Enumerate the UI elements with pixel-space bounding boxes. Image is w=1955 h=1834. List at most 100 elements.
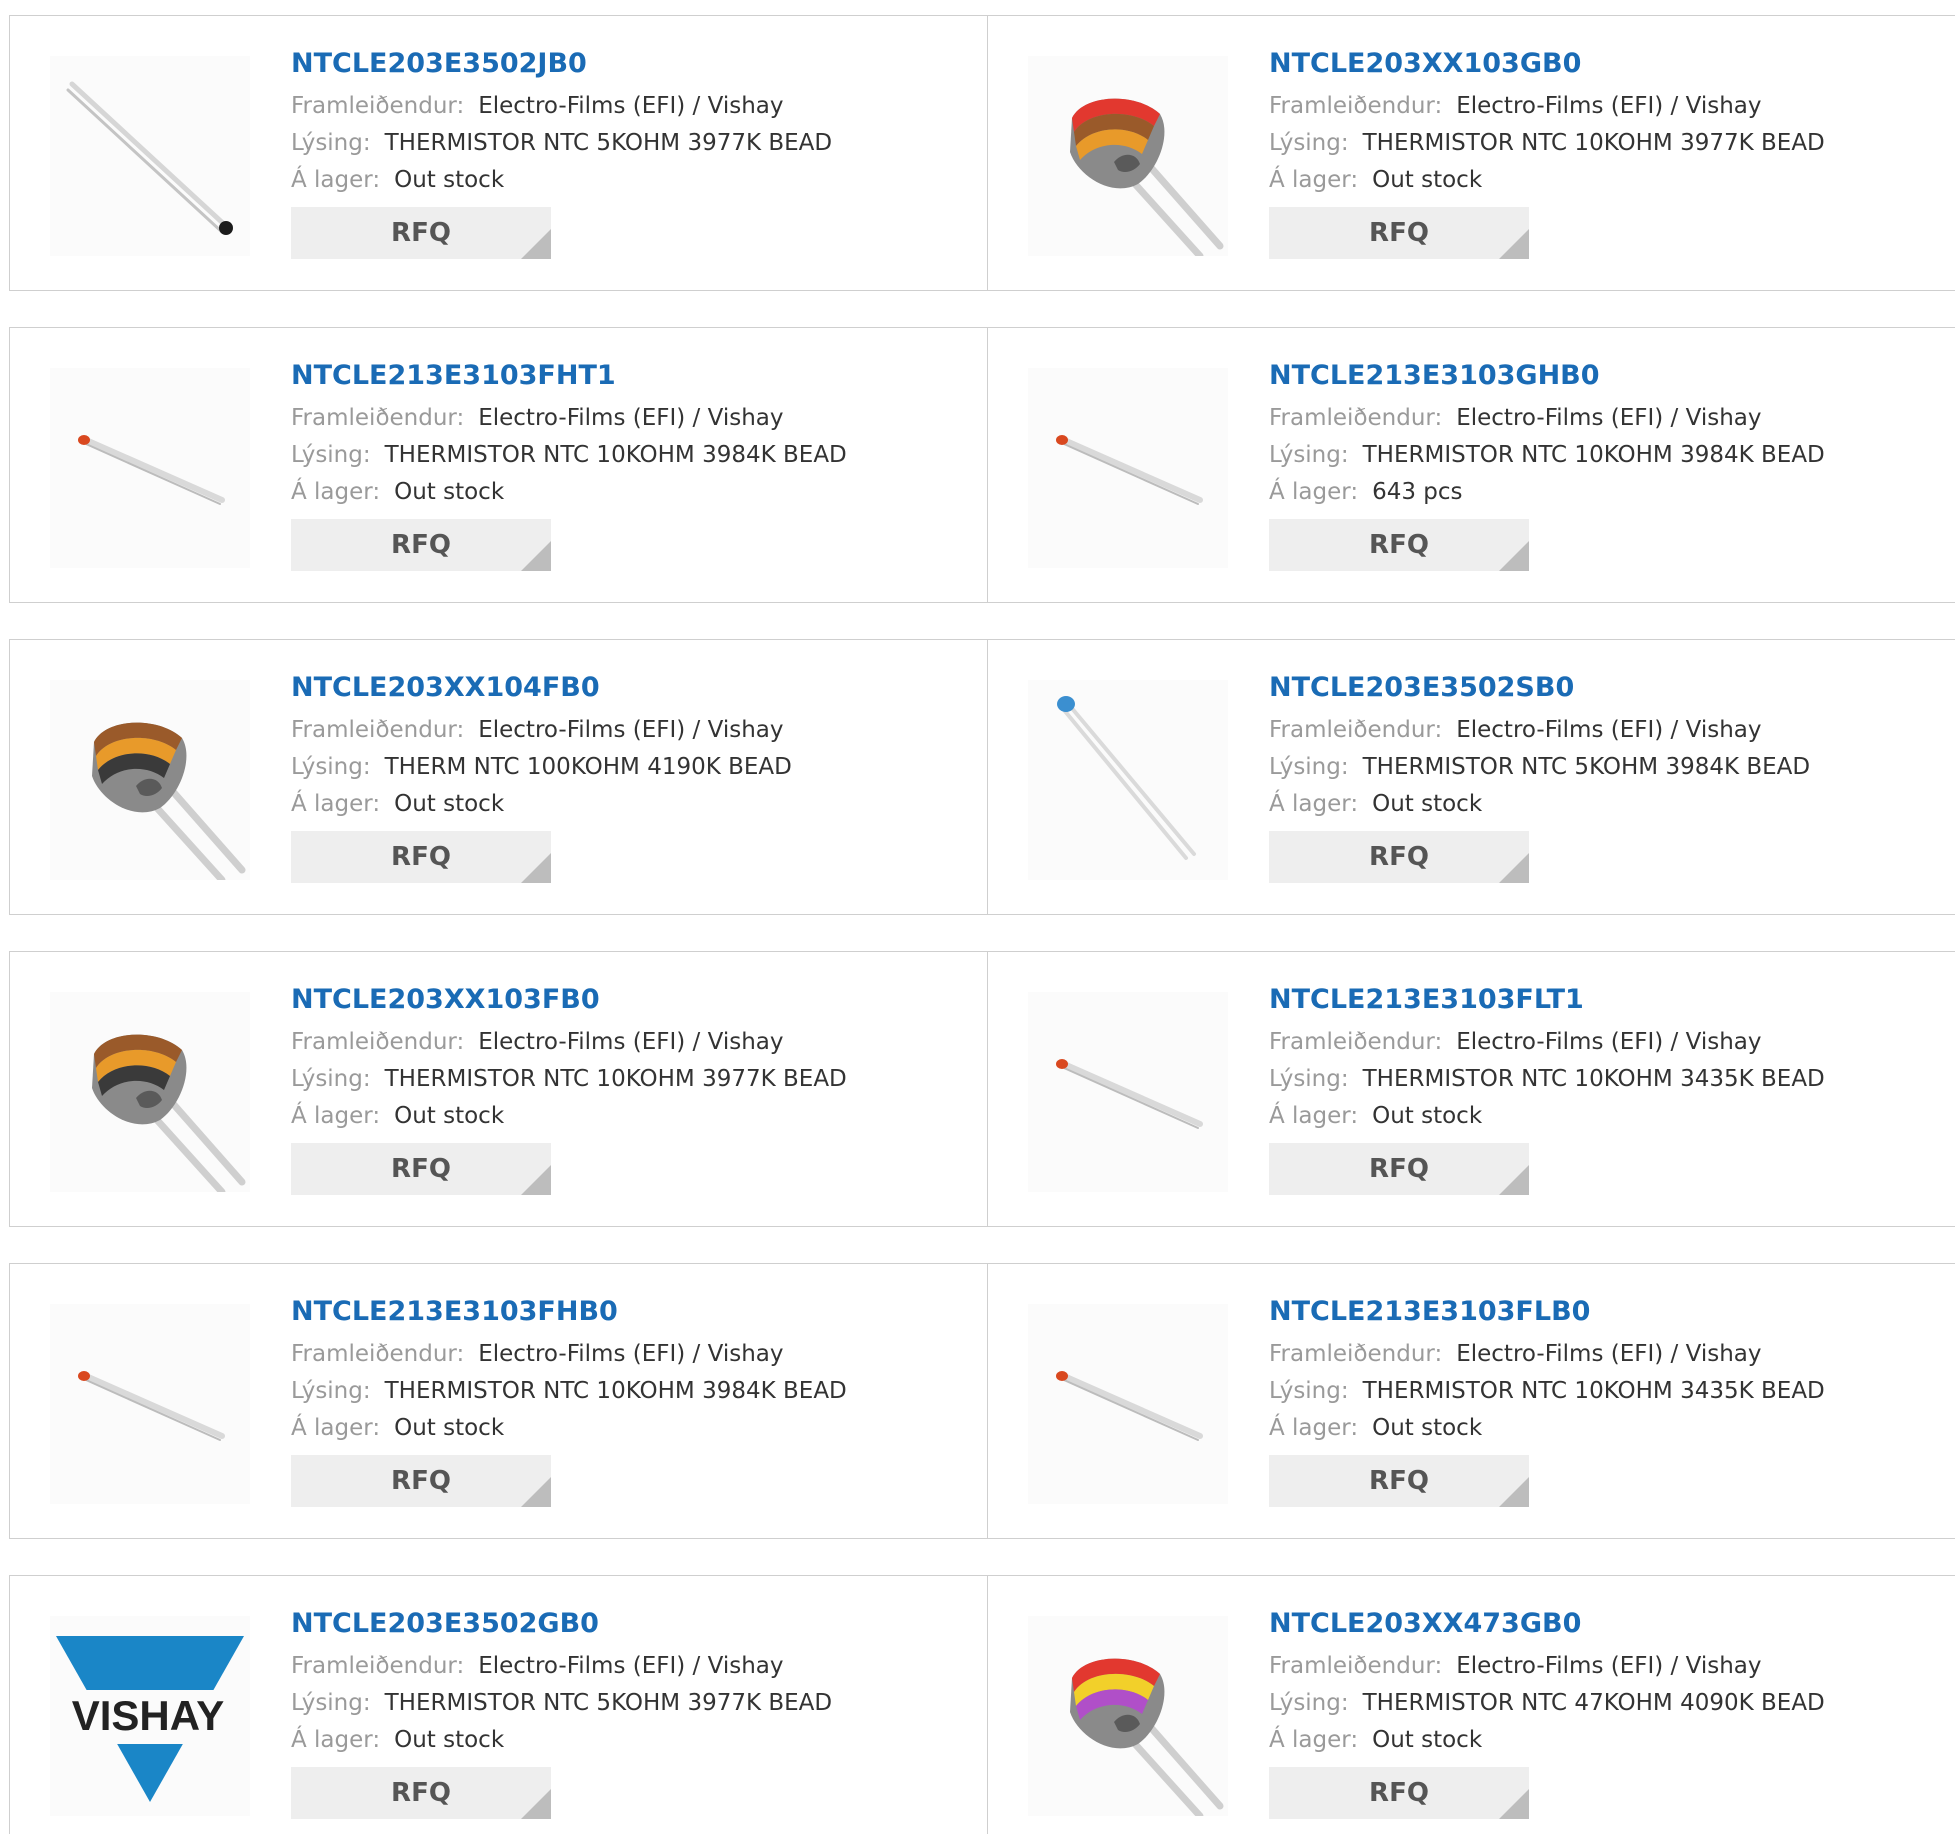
rfq-button[interactable]: RFQ xyxy=(1269,519,1529,571)
description-row: Lýsing: THERMISTOR NTC 10KOHM 3984K BEAD xyxy=(1269,437,1955,474)
product-image[interactable] xyxy=(1028,56,1228,256)
product-row: NTCLE203XX104FB0 Framleiðendur: Electro-Fi… xyxy=(9,639,1955,915)
corner-triangle-icon xyxy=(1499,1165,1529,1195)
description-value: THERMISTOR NTC 5KOHM 3984K BEAD xyxy=(1362,754,1811,780)
product-name-link[interactable]: NTCLE213E3103FLT1 xyxy=(1269,982,1955,1018)
product-image[interactable] xyxy=(50,1304,250,1504)
rfq-button[interactable]: RFQ xyxy=(291,207,551,259)
rfq-button[interactable]: RFQ xyxy=(291,1455,551,1507)
stock-row: Á lager: Out stock xyxy=(291,786,977,823)
product-card: NTCLE203E3502JB0 Framleiðendur: Electro-Fi… xyxy=(10,16,988,290)
manufacturer-value: Electro-Films (EFI) / Vishay xyxy=(1456,405,1762,431)
product-info: NTCLE213E3103GHB0 Framleiðendur: Electro-F… xyxy=(1269,358,1955,571)
description-label: Lýsing: xyxy=(291,130,371,156)
stock-label: Á lager: xyxy=(291,1415,381,1441)
rfq-button[interactable]: RFQ xyxy=(1269,1455,1529,1507)
product-card: VISHAY NTCLE203E3502GB0 Framleiðendur: Elec… xyxy=(10,1576,988,1834)
product-card: NTCLE213E3103FHT1 Framleiðendur: Electro-F… xyxy=(10,328,988,602)
manufacturer-row: Framleiðendur: Electro-Films (EFI) / Vish… xyxy=(1269,1648,1955,1685)
stock-value: Out stock xyxy=(394,1103,505,1129)
rfq-button[interactable]: RFQ xyxy=(291,1767,551,1819)
product-name-link[interactable]: NTCLE203E3502SB0 xyxy=(1269,670,1955,706)
rfq-button-label: RFQ xyxy=(1369,1778,1429,1808)
description-label: Lýsing: xyxy=(1269,1066,1349,1092)
manufacturer-value: Electro-Films (EFI) / Vishay xyxy=(1456,1341,1762,1367)
description-row: Lýsing: THERM NTC 100KOHM 4190K BEAD xyxy=(291,749,977,786)
product-name-link[interactable]: NTCLE213E3103FHT1 xyxy=(291,358,977,394)
manufacturer-row: Framleiðendur: Electro-Films (EFI) / Vish… xyxy=(1269,712,1955,749)
corner-triangle-icon xyxy=(1499,229,1529,259)
manufacturer-label: Framleiðendur: xyxy=(1269,1029,1443,1055)
product-info: NTCLE203E3502GB0 Framleiðendur: Electro-Fi… xyxy=(291,1606,977,1819)
stock-value: Out stock xyxy=(1372,1415,1483,1441)
manufacturer-row: Framleiðendur: Electro-Films (EFI) / Vish… xyxy=(1269,88,1955,125)
stock-row: Á lager: Out stock xyxy=(291,1722,977,1759)
stock-label: Á lager: xyxy=(1269,1727,1359,1753)
product-name-link[interactable]: NTCLE213E3103FLB0 xyxy=(1269,1294,1955,1330)
product-image[interactable] xyxy=(50,56,250,256)
description-label: Lýsing: xyxy=(1269,754,1349,780)
manufacturer-value: Electro-Films (EFI) / Vishay xyxy=(1456,93,1762,119)
product-name-link[interactable]: NTCLE203E3502JB0 xyxy=(291,46,977,82)
rfq-button-label: RFQ xyxy=(391,1154,451,1184)
rfq-button[interactable]: RFQ xyxy=(291,519,551,571)
manufacturer-label: Framleiðendur: xyxy=(291,1653,465,1679)
product-row: NTCLE213E3103FHT1 Framleiðendur: Electro-F… xyxy=(9,327,1955,603)
corner-triangle-icon xyxy=(1499,1477,1529,1507)
rfq-button[interactable]: RFQ xyxy=(1269,207,1529,259)
product-image[interactable] xyxy=(1028,680,1228,880)
product-image[interactable] xyxy=(1028,368,1228,568)
rfq-button[interactable]: RFQ xyxy=(1269,1767,1529,1819)
description-label: Lýsing: xyxy=(291,754,371,780)
product-name-link[interactable]: NTCLE213E3103FHB0 xyxy=(291,1294,977,1330)
description-value: THERMISTOR NTC 10KOHM 3977K BEAD xyxy=(384,1066,847,1092)
product-image[interactable] xyxy=(1028,1616,1228,1816)
product-name-link[interactable]: NTCLE213E3103GHB0 xyxy=(1269,358,1955,394)
stock-value: Out stock xyxy=(1372,1727,1483,1753)
product-name-link[interactable]: NTCLE203E3502GB0 xyxy=(291,1606,977,1642)
description-row: Lýsing: THERMISTOR NTC 5KOHM 3977K BEAD xyxy=(291,1685,977,1722)
description-row: Lýsing: THERMISTOR NTC 5KOHM 3984K BEAD xyxy=(1269,749,1955,786)
corner-triangle-icon xyxy=(521,1165,551,1195)
product-image[interactable] xyxy=(1028,1304,1228,1504)
product-image[interactable] xyxy=(50,368,250,568)
stock-row: Á lager: Out stock xyxy=(1269,786,1955,823)
product-name-link[interactable]: NTCLE203XX103GB0 xyxy=(1269,46,1955,82)
description-label: Lýsing: xyxy=(1269,442,1349,468)
stock-row: Á lager: Out stock xyxy=(1269,1410,1955,1447)
rfq-button[interactable]: RFQ xyxy=(291,831,551,883)
description-row: Lýsing: THERMISTOR NTC 10KOHM 3984K BEAD xyxy=(291,1373,977,1410)
stock-value: Out stock xyxy=(394,479,505,505)
manufacturer-value: Electro-Films (EFI) / Vishay xyxy=(1456,1653,1762,1679)
rfq-button-label: RFQ xyxy=(1369,1466,1429,1496)
description-row: Lýsing: THERMISTOR NTC 10KOHM 3977K BEAD xyxy=(1269,125,1955,162)
description-label: Lýsing: xyxy=(1269,1690,1349,1716)
description-label: Lýsing: xyxy=(291,1690,371,1716)
stock-label: Á lager: xyxy=(291,479,381,505)
product-image[interactable]: VISHAY xyxy=(50,1616,250,1816)
product-name-link[interactable]: NTCLE203XX473GB0 xyxy=(1269,1606,1955,1642)
rfq-button[interactable]: RFQ xyxy=(291,1143,551,1195)
manufacturer-label: Framleiðendur: xyxy=(1269,405,1443,431)
product-row: NTCLE203XX103FB0 Framleiðendur: Electro-Fi… xyxy=(9,951,1955,1227)
product-name-link[interactable]: NTCLE203XX104FB0 xyxy=(291,670,977,706)
rfq-button[interactable]: RFQ xyxy=(1269,1143,1529,1195)
rfq-button-label: RFQ xyxy=(391,530,451,560)
stock-value: 643 pcs xyxy=(1372,479,1463,505)
product-image[interactable] xyxy=(50,680,250,880)
stock-row: Á lager: Out stock xyxy=(291,1410,977,1447)
product-image[interactable] xyxy=(1028,992,1228,1192)
manufacturer-value: Electro-Films (EFI) / Vishay xyxy=(478,1341,784,1367)
description-value: THERMISTOR NTC 10KOHM 3984K BEAD xyxy=(1362,442,1825,468)
rfq-button[interactable]: RFQ xyxy=(1269,831,1529,883)
product-image[interactable] xyxy=(50,992,250,1192)
description-row: Lýsing: THERMISTOR NTC 10KOHM 3977K BEAD xyxy=(291,1061,977,1098)
manufacturer-row: Framleiðendur: Electro-Films (EFI) / Vish… xyxy=(291,1648,977,1685)
stock-row: Á lager: 643 pcs xyxy=(1269,474,1955,511)
manufacturer-value: Electro-Films (EFI) / Vishay xyxy=(1456,717,1762,743)
product-info: NTCLE213E3103FLB0 Framleiðendur: Electro-F… xyxy=(1269,1294,1955,1507)
manufacturer-value: Electro-Films (EFI) / Vishay xyxy=(478,1029,784,1055)
manufacturer-value: Electro-Films (EFI) / Vishay xyxy=(478,93,784,119)
product-name-link[interactable]: NTCLE203XX103FB0 xyxy=(291,982,977,1018)
stock-label: Á lager: xyxy=(291,1103,381,1129)
